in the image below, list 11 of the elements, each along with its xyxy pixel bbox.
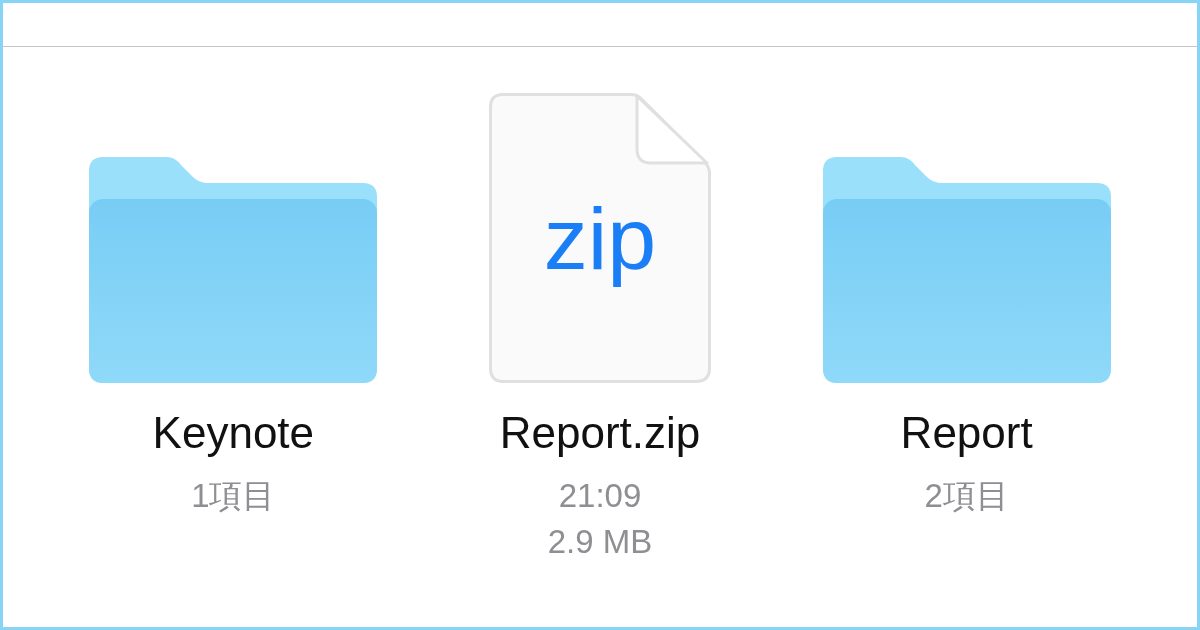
- file-name: Keynote: [152, 407, 315, 459]
- document-icon[interactable]: [489, 93, 711, 383]
- file-type-label: zip: [543, 189, 657, 289]
- file-detail: 1項目: [191, 476, 276, 516]
- file-name: Report: [900, 407, 1033, 459]
- file-detail: 2.9 MB: [547, 522, 653, 562]
- file-name: Report.zip: [499, 407, 701, 459]
- file-detail: 21:09: [558, 476, 642, 516]
- folder-icon[interactable]: [822, 157, 1111, 383]
- folder-icon[interactable]: [89, 157, 378, 383]
- file-detail: 2項目: [924, 476, 1009, 516]
